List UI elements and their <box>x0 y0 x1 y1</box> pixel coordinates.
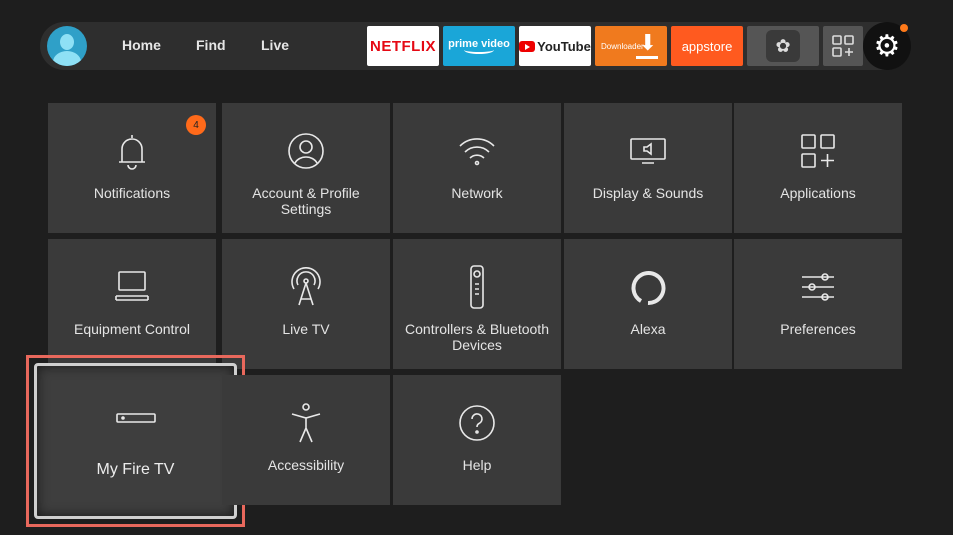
nav-find[interactable]: Find <box>196 37 226 53</box>
settings-notification-dot <box>900 24 908 32</box>
avatar-head <box>60 34 74 50</box>
tile-alexa[interactable]: Alexa <box>564 239 732 369</box>
youtube-play-icon <box>519 40 536 52</box>
tile-network[interactable]: Network <box>393 103 561 233</box>
tile-label: Live TV <box>282 321 330 337</box>
tile-label: Preferences <box>780 321 856 337</box>
tile-account-profile-settings[interactable]: Account & Profile Settings <box>222 103 390 233</box>
profile-icon <box>288 133 324 169</box>
youtube-app[interactable]: YouTube <box>519 26 591 66</box>
fire-tv-stick-icon <box>115 413 156 423</box>
apps-grid-icon <box>801 134 835 168</box>
tile-label: Accessibility <box>267 457 345 473</box>
alexa-icon <box>631 271 666 306</box>
netflix-label: NETFLIX <box>370 37 436 55</box>
netflix-app[interactable]: NETFLIX <box>367 26 439 66</box>
display-sound-icon <box>630 138 666 164</box>
amazon-smile-icon <box>464 46 494 54</box>
tile-equipment-control[interactable]: Equipment Control <box>48 239 216 369</box>
profile-avatar[interactable] <box>47 26 87 66</box>
downloader-app[interactable]: Downloader ⬇ <box>595 26 667 66</box>
sliders-icon <box>802 273 834 301</box>
tile-label: Help <box>462 457 492 473</box>
remote-icon <box>470 265 484 309</box>
equipment-icon <box>115 271 149 301</box>
tile-my-fire-tv[interactable]: My Fire TV <box>34 363 237 519</box>
tile-help[interactable]: Help <box>393 375 561 505</box>
tile-live-tv[interactable]: Live TV <box>222 239 390 369</box>
nav-live[interactable]: Live <box>261 37 289 53</box>
tile-controllers-bluetooth-devices[interactable]: Controllers & Bluetooth Devices <box>393 239 561 369</box>
mesh-app[interactable]: ✿ <box>747 26 819 66</box>
settings-button[interactable]: ⚙ <box>863 22 911 70</box>
accessibility-icon <box>291 403 321 443</box>
nav-home[interactable]: Home <box>122 37 161 53</box>
tile-preferences[interactable]: Preferences <box>734 239 902 369</box>
mesh-app-icon: ✿ <box>766 30 800 62</box>
avatar-body <box>53 51 81 66</box>
tile-label: Controllers & Bluetooth Devices <box>405 321 549 353</box>
bell-icon <box>119 135 145 170</box>
appstore-label: appstore <box>681 38 733 54</box>
top-navigation-bar: Home Find Live NETFLIX prime video YouTu… <box>40 22 911 70</box>
tile-label: Equipment Control <box>74 321 190 337</box>
notification-count-badge: 4 <box>186 115 206 135</box>
download-arrow-icon: ⬇ <box>638 30 657 55</box>
download-bar-icon <box>636 56 658 59</box>
tile-applications[interactable]: Applications <box>734 103 902 233</box>
tile-label: Network <box>451 185 503 201</box>
antenna-icon <box>291 267 321 306</box>
tile-display-sounds[interactable]: Display & Sounds <box>564 103 732 233</box>
tile-notifications[interactable]: 4 Notifications <box>48 103 216 233</box>
tile-label: Alexa <box>630 321 666 337</box>
youtube-label: YouTube <box>537 38 591 54</box>
downloader-label: Downloader <box>601 42 644 51</box>
tile-label: Applications <box>780 185 856 201</box>
apps-grid-icon <box>832 35 854 57</box>
all-apps-button[interactable] <box>823 26 863 66</box>
tile-label: Account & Profile Settings <box>252 185 360 217</box>
tile-label: My Fire TV <box>96 461 175 478</box>
prime-video-app[interactable]: prime video <box>443 26 515 66</box>
appstore-app[interactable]: appstore <box>671 26 743 66</box>
tile-label: Display & Sounds <box>592 185 704 201</box>
gear-icon: ⚙ <box>873 29 901 63</box>
help-icon <box>459 405 495 441</box>
wifi-icon <box>459 138 495 166</box>
tile-accessibility[interactable]: Accessibility <box>222 375 390 505</box>
tile-label: Notifications <box>93 185 171 201</box>
